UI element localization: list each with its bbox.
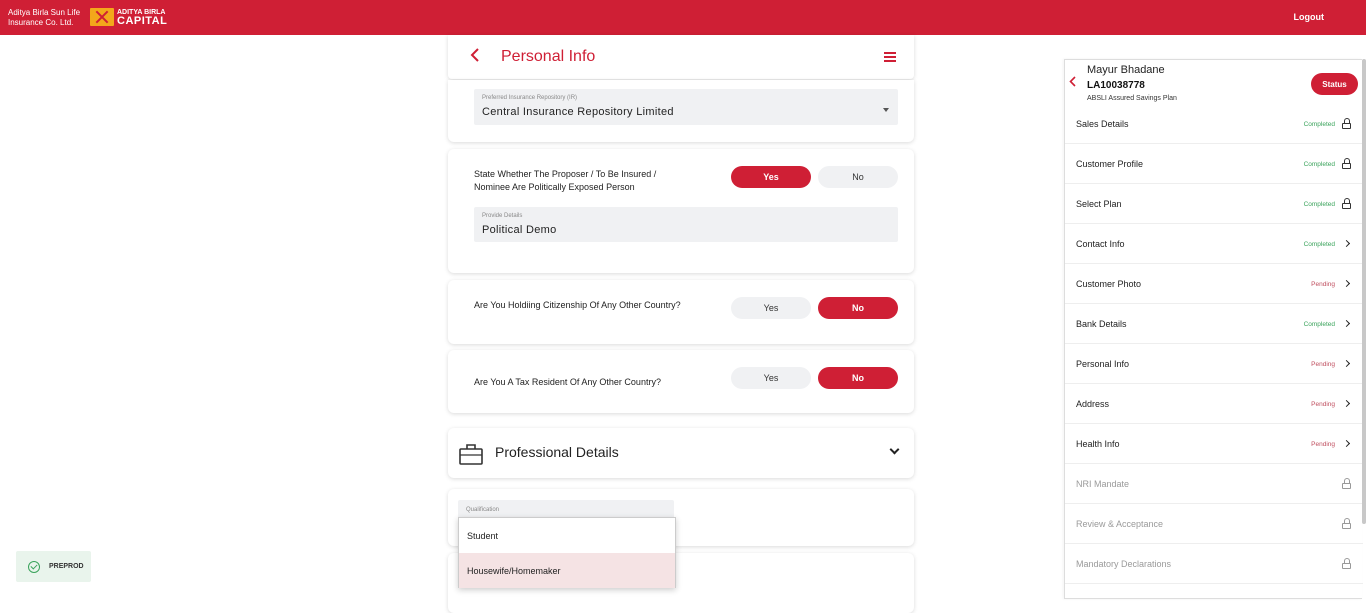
absli-logo-text: Aditya Birla Sun Life Insurance Co. Ltd. <box>8 8 88 28</box>
aditya-birla-capital-logo: ADITYA BIRLA CAPITAL <box>90 7 167 27</box>
step-status: Completed <box>1303 201 1335 208</box>
step-label: Select Plan <box>1076 199 1122 209</box>
customer-name: Mayur Bhadane <box>1087 64 1165 76</box>
application-status-panel: Mayur Bhadane LA10038778 ABSLI Assured S… <box>1064 59 1363 599</box>
pep-card: State Whether The Proposer / To Be Insur… <box>448 149 914 273</box>
step-item-personal-info[interactable]: Personal Info Pending <box>1065 344 1363 384</box>
step-list: Sales Details Completed Customer Profile… <box>1065 104 1363 584</box>
ir-card: Preferred Insurance Repository (IR) Cent… <box>448 80 914 142</box>
professional-details-section[interactable]: Professional Details <box>448 428 914 478</box>
tax-no-button[interactable]: No <box>818 367 898 389</box>
lock-icon <box>1342 478 1351 489</box>
ir-label: Preferred Insurance Repository (IR) <box>482 95 578 101</box>
step-item-address[interactable]: Address Pending <box>1065 384 1363 424</box>
pep-yes-button[interactable]: Yes <box>731 166 811 188</box>
tax-card: Are You A Tax Resident Of Any Other Coun… <box>448 350 914 413</box>
section-title: Professional Details <box>495 444 619 460</box>
environment-badge: PREPROD <box>16 551 91 582</box>
step-item-review-acceptance: Review & Acceptance <box>1065 504 1363 544</box>
panel-back-button[interactable] <box>1069 76 1076 90</box>
step-item-customer-photo[interactable]: Customer Photo Pending <box>1065 264 1363 304</box>
brand-line-2: Insurance Co. Ltd. <box>8 18 74 27</box>
step-item-sales-details[interactable]: Sales Details Completed <box>1065 104 1363 144</box>
application-id: LA10038778 <box>1087 80 1145 91</box>
step-item-health-info[interactable]: Health Info Pending <box>1065 424 1363 464</box>
step-item-bank-details[interactable]: Bank Details Completed <box>1065 304 1363 344</box>
step-label: Review & Acceptance <box>1076 519 1164 529</box>
capital-line-2: CAPITAL <box>117 15 168 27</box>
top-bar: Aditya Birla Sun Life Insurance Co. Ltd.… <box>0 0 1366 35</box>
chevron-down-icon[interactable] <box>889 444 900 455</box>
chevron-right-icon <box>1342 239 1351 248</box>
lock-icon <box>1342 118 1351 129</box>
brand-line-1: Aditya Birla Sun Life <box>8 8 81 17</box>
briefcase-icon <box>459 444 483 465</box>
step-item-select-plan[interactable]: Select Plan Completed <box>1065 184 1363 224</box>
pep-details-value: Political Demo <box>482 224 557 236</box>
step-item-customer-profile[interactable]: Customer Profile Completed <box>1065 144 1363 184</box>
hamburger-menu-icon[interactable] <box>884 52 896 62</box>
step-item-contact-info[interactable]: Contact Info Completed <box>1065 224 1363 264</box>
dropdown-option[interactable]: Housewife/Homemaker <box>459 553 675 588</box>
step-status: Completed <box>1303 321 1335 328</box>
ir-select[interactable]: Preferred Insurance Repository (IR) Cent… <box>474 89 898 125</box>
environment-label: PREPROD <box>49 563 84 570</box>
citizenship-no-button[interactable]: No <box>818 297 898 319</box>
step-status: Pending <box>1311 401 1335 408</box>
step-status: Pending <box>1311 361 1335 368</box>
chevron-right-icon <box>1342 399 1351 408</box>
panel-scrollbar[interactable] <box>1362 59 1366 524</box>
lock-icon <box>1342 198 1351 209</box>
step-item-nri-mandate: NRI Mandate <box>1065 464 1363 504</box>
caret-down-icon <box>883 108 889 112</box>
pep-details-label: Provide Details <box>482 213 523 219</box>
citizenship-card: Are You Holdiing Citizenship Of Any Othe… <box>448 280 914 344</box>
chevron-right-icon <box>1342 279 1351 288</box>
step-label: Address <box>1076 399 1110 409</box>
tax-yes-button[interactable]: Yes <box>731 367 811 389</box>
step-status: Completed <box>1303 241 1335 248</box>
step-item-mandatory-declarations: Mandatory Declarations <box>1065 544 1363 584</box>
step-label: Mandatory Declarations <box>1076 559 1172 569</box>
lock-icon <box>1342 518 1351 529</box>
citizenship-yes-button[interactable]: Yes <box>731 297 811 319</box>
plan-name: ABSLI Assured Savings Plan <box>1087 95 1177 102</box>
page-header: Personal Info <box>448 35 914 79</box>
logout-button[interactable]: Logout <box>1294 12 1325 22</box>
step-status: Pending <box>1311 281 1335 288</box>
step-label: Customer Photo <box>1076 279 1142 289</box>
lock-icon <box>1342 158 1351 169</box>
chevron-right-icon <box>1342 319 1351 328</box>
page-title: Personal Info <box>501 48 596 65</box>
step-label: Contact Info <box>1076 239 1125 249</box>
pep-details-field[interactable]: Provide Details Political Demo <box>474 207 898 242</box>
step-label: Bank Details <box>1076 319 1127 329</box>
step-label: NRI Mandate <box>1076 479 1130 489</box>
chevron-right-icon <box>1342 439 1351 448</box>
status-button[interactable]: Status <box>1311 73 1358 95</box>
chevron-left-icon <box>470 48 479 62</box>
step-status: Completed <box>1303 161 1335 168</box>
step-status: Pending <box>1311 441 1335 448</box>
qualification-label: Qualification <box>466 507 500 513</box>
pep-no-button[interactable]: No <box>818 166 898 188</box>
check-circle-icon <box>28 560 40 573</box>
step-label: Sales Details <box>1076 119 1129 129</box>
ir-value: Central Insurance Repository Limited <box>482 106 674 118</box>
chevron-right-icon <box>1342 359 1351 368</box>
step-label: Customer Profile <box>1076 159 1144 169</box>
tax-question: Are You A Tax Resident Of Any Other Coun… <box>474 377 661 387</box>
back-button[interactable] <box>470 47 480 65</box>
citizenship-question: Are You Holdiing Citizenship Of Any Othe… <box>474 300 681 310</box>
dropdown-option[interactable]: Student <box>459 518 675 553</box>
lock-icon <box>1342 558 1351 569</box>
pep-question: State Whether The Proposer / To Be Insur… <box>474 169 657 192</box>
chevron-left-icon <box>1069 76 1076 87</box>
step-label: Health Info <box>1076 439 1120 449</box>
step-status: Completed <box>1303 121 1335 128</box>
step-label: Personal Info <box>1076 359 1130 369</box>
qualification-dropdown: Student Housewife/Homemaker <box>458 517 676 588</box>
abc-logo-icon <box>90 8 114 26</box>
